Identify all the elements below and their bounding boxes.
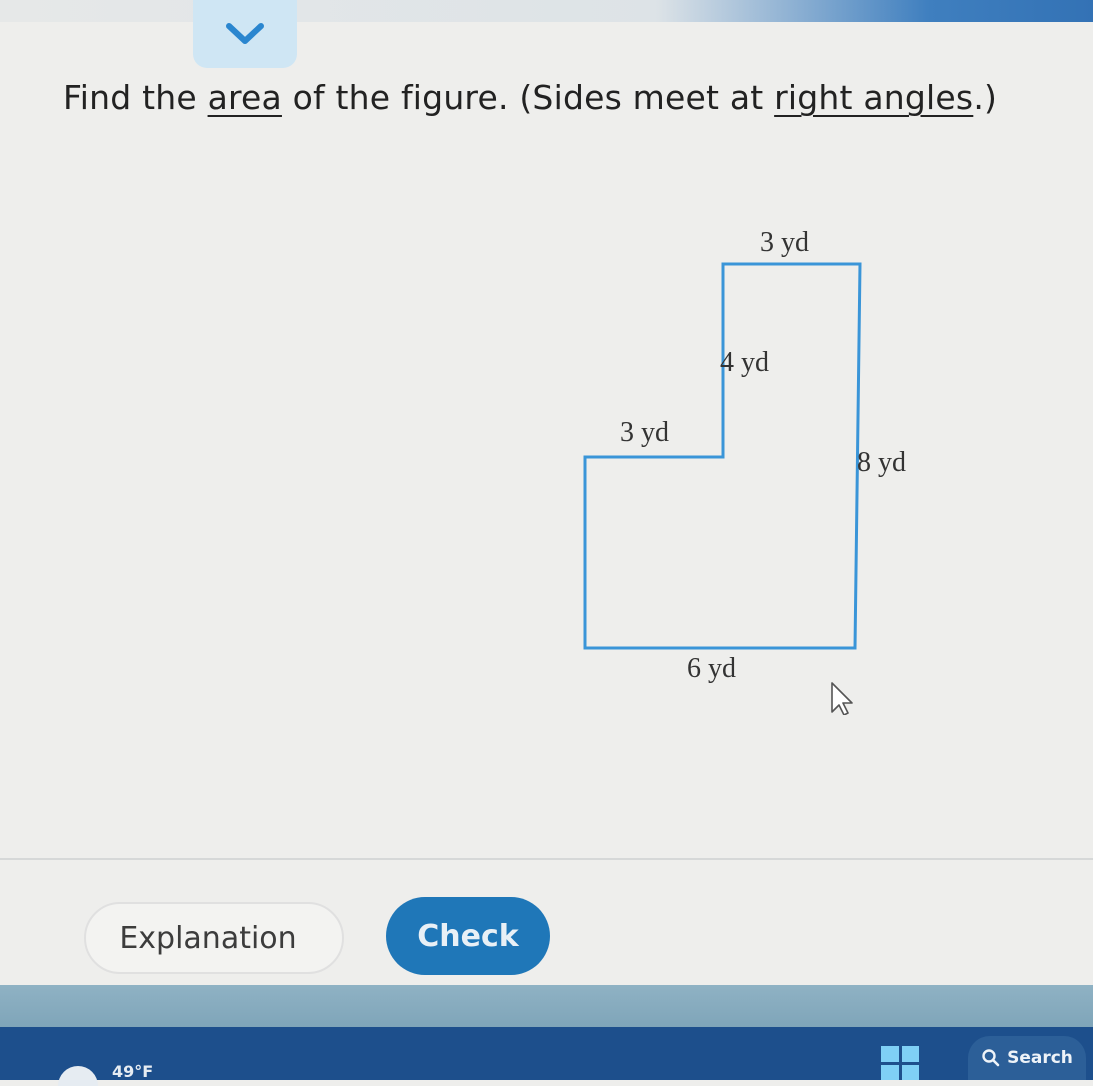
l-shaped-figure: 3 yd 4 yd 3 yd 8 yd 6 yd <box>583 227 906 715</box>
screen-bottom-bar <box>0 985 1093 1027</box>
label-right-height: 8 yd <box>857 447 906 478</box>
search-icon <box>982 1049 1000 1067</box>
weather-temperature[interactable]: 49°F <box>112 1062 153 1081</box>
collapse-toggle[interactable] <box>193 0 297 68</box>
search-label: Search <box>1007 1048 1073 1068</box>
section-divider <box>0 858 1093 860</box>
windows-start-icon[interactable] <box>881 1046 919 1080</box>
mouse-cursor-icon <box>831 682 853 715</box>
taskbar <box>0 1027 1093 1080</box>
top-banner <box>0 0 1093 22</box>
label-bottom-width: 6 yd <box>687 653 736 684</box>
right-angles-term-link[interactable]: right angles <box>774 78 973 117</box>
question-prompt: Find the area of the figure. (Sides meet… <box>63 78 997 117</box>
figure-outline <box>583 262 862 650</box>
check-button[interactable]: Check <box>386 897 550 975</box>
explanation-button[interactable]: Explanation <box>84 902 344 974</box>
taskbar-search-button[interactable]: Search <box>968 1036 1086 1080</box>
question-text-part3: .) <box>973 78 998 117</box>
label-top-width: 3 yd <box>760 227 809 258</box>
question-text-part2: of the figure. (Sides meet at <box>281 78 775 117</box>
question-text-part1: Find the <box>63 78 208 117</box>
label-step-width: 3 yd <box>620 417 669 448</box>
label-upper-left-height: 4 yd <box>720 347 769 378</box>
chevron-down-icon <box>226 23 264 44</box>
area-term-link[interactable]: area <box>208 78 282 117</box>
